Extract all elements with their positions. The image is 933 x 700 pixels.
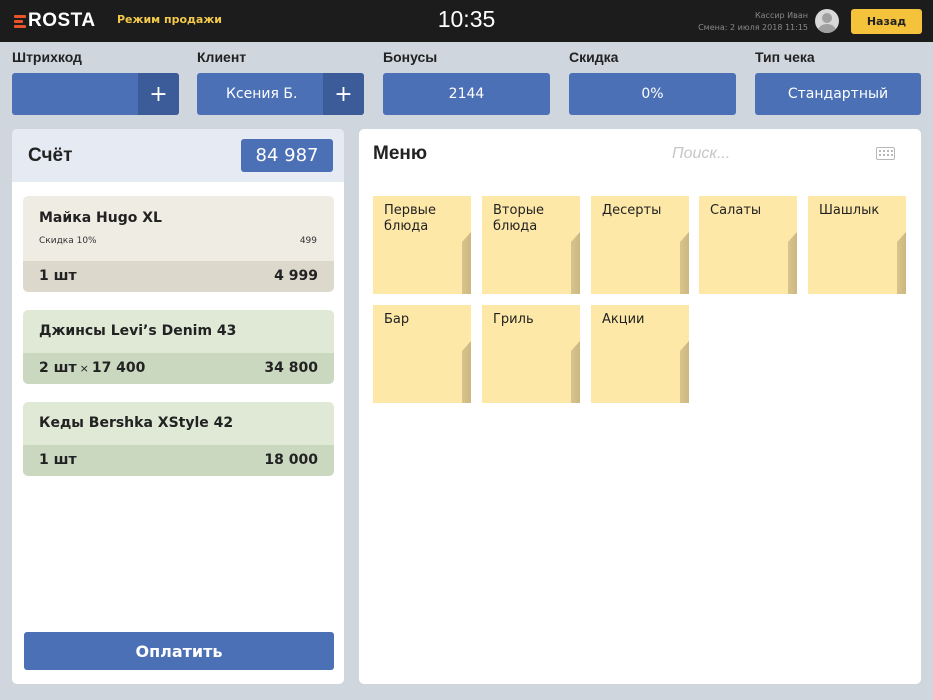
item-name: Кеды Bershka XStyle 42 — [39, 415, 234, 431]
menu-category-label: Гриль — [493, 312, 534, 327]
back-button[interactable]: Назад — [851, 9, 922, 34]
tile-fold — [680, 232, 689, 294]
menu-category-label: Шашлык — [819, 203, 880, 218]
menu-category-label: Десерты — [602, 203, 662, 218]
top-bar: ROSTA Режим продажи 10:35 Кассир Иван См… — [0, 0, 933, 42]
menu-category-label: Салаты — [710, 203, 762, 218]
menu-category-tile[interactable]: Десерты — [591, 196, 689, 294]
barcode-field[interactable]: + — [12, 73, 179, 115]
item-name: Джинсы Levi’s Denim 43 — [39, 323, 237, 339]
cashier-info: Кассир Иван Смена: 2 июля 2018 11:15 — [698, 10, 808, 34]
plus-icon: + — [334, 81, 353, 107]
receipt-type-label: Тип чека — [755, 49, 815, 65]
discount-field[interactable]: 0% — [569, 73, 736, 115]
client-add-button[interactable]: + — [323, 73, 364, 115]
bill-item-top: Кеды Bershka XStyle 42 — [23, 402, 334, 445]
receipt-type-field[interactable]: Стандартный — [755, 73, 921, 115]
mode-label: Режим продажи — [117, 13, 222, 26]
bill-total: 84 987 — [241, 139, 333, 172]
menu-category-label: Акции — [602, 312, 645, 327]
bill-item[interactable]: Кеды Bershka XStyle 42 1 шт 18 000 — [23, 402, 334, 476]
bill-item-bottom: 1 шт 18 000 — [23, 445, 334, 476]
barcode-label: Штрихкод — [12, 49, 82, 65]
item-qty: 2 шт — [39, 360, 77, 376]
bill-item-bottom: 2 шт × 17 400 34 800 — [23, 353, 334, 384]
menu-title: Меню — [373, 143, 428, 164]
menu-category-tile[interactable]: Гриль — [482, 305, 580, 403]
bill-item-top: Джинсы Levi’s Denim 43 — [23, 310, 334, 353]
tile-fold — [571, 232, 580, 294]
pay-button[interactable]: Оплатить — [24, 632, 334, 670]
cashier-name: Кассир Иван — [754, 11, 808, 20]
menu-category-tile[interactable]: Акции — [591, 305, 689, 403]
avatar[interactable] — [815, 9, 839, 33]
menu-category-tile[interactable]: Первые блюда — [373, 196, 471, 294]
item-unit-price: 17 400 — [91, 360, 146, 376]
barcode-add-button[interactable]: + — [138, 73, 179, 115]
item-sum: 18 000 — [264, 452, 318, 468]
item-qty-line: 2 шт × 17 400 — [39, 360, 145, 376]
bill-item[interactable]: Джинсы Levi’s Denim 43 2 шт × 17 400 34 80… — [23, 310, 334, 384]
bonuses-label: Бонусы — [383, 49, 438, 65]
menu-category-label: Бар — [384, 312, 410, 327]
tile-fold — [571, 341, 580, 403]
bill-header: Счёт 84 987 — [12, 129, 344, 182]
menu-category-tile[interactable]: Бар — [373, 305, 471, 403]
logo-text: ROSTA — [28, 10, 96, 31]
bill-item[interactable]: Майка Hugo XL Скидка 10% 499 1 шт 4 999 — [23, 196, 334, 292]
tile-fold — [788, 232, 797, 294]
discount-value: 0% — [641, 86, 664, 102]
item-name: Майка Hugo XL — [39, 210, 162, 226]
item-qty: 1 шт — [39, 452, 77, 468]
item-qty: 1 шт — [39, 268, 77, 284]
item-discount-label: Скидка 10% — [39, 236, 97, 246]
user-body-icon — [818, 24, 836, 33]
bill-title: Счёт — [28, 145, 73, 166]
plus-icon: + — [149, 81, 168, 107]
menu-category-tile[interactable]: Вторые блюда — [482, 196, 580, 294]
rosta-logo: ROSTA — [14, 10, 96, 32]
bill-item-bottom: 1 шт 4 999 — [23, 261, 334, 292]
keyboard-icon[interactable] — [876, 147, 895, 160]
client-label: Клиент — [197, 49, 247, 65]
client-field[interactable]: Ксения Б. + — [197, 73, 364, 115]
bill-panel: Счёт 84 987 Майка Hugo XL Скидка 10% 499… — [12, 129, 344, 684]
shift-info: Смена: 2 июля 2018 11:15 — [698, 23, 808, 32]
item-sum: 34 800 — [264, 360, 318, 376]
discount-label: Скидка — [569, 49, 619, 65]
logo-mark-icon — [14, 13, 26, 29]
item-discount-amount: 499 — [299, 236, 317, 246]
menu-panel: Меню Первые блюда Вторые блюда Десерты С… — [359, 129, 921, 684]
menu-category-tile[interactable]: Салаты — [699, 196, 797, 294]
bonuses-field[interactable]: 2144 — [383, 73, 550, 115]
client-value: Ксения Б. — [226, 86, 298, 102]
bonuses-value: 2144 — [448, 86, 485, 102]
menu-category-label: Вторые блюда — [493, 203, 544, 234]
item-sum: 4 999 — [274, 268, 318, 284]
receipt-type-value: Стандартный — [787, 86, 889, 102]
menu-category-label: Первые блюда — [384, 203, 436, 234]
search-input[interactable] — [662, 139, 909, 169]
user-head-icon — [822, 13, 832, 23]
menu-category-tile[interactable]: Шашлык — [808, 196, 906, 294]
bill-item-top: Майка Hugo XL Скидка 10% 499 — [23, 196, 334, 261]
tile-fold — [897, 232, 906, 294]
times-sign: × — [79, 362, 89, 375]
tile-fold — [680, 341, 689, 403]
tile-fold — [462, 232, 471, 294]
tile-fold — [462, 341, 471, 403]
